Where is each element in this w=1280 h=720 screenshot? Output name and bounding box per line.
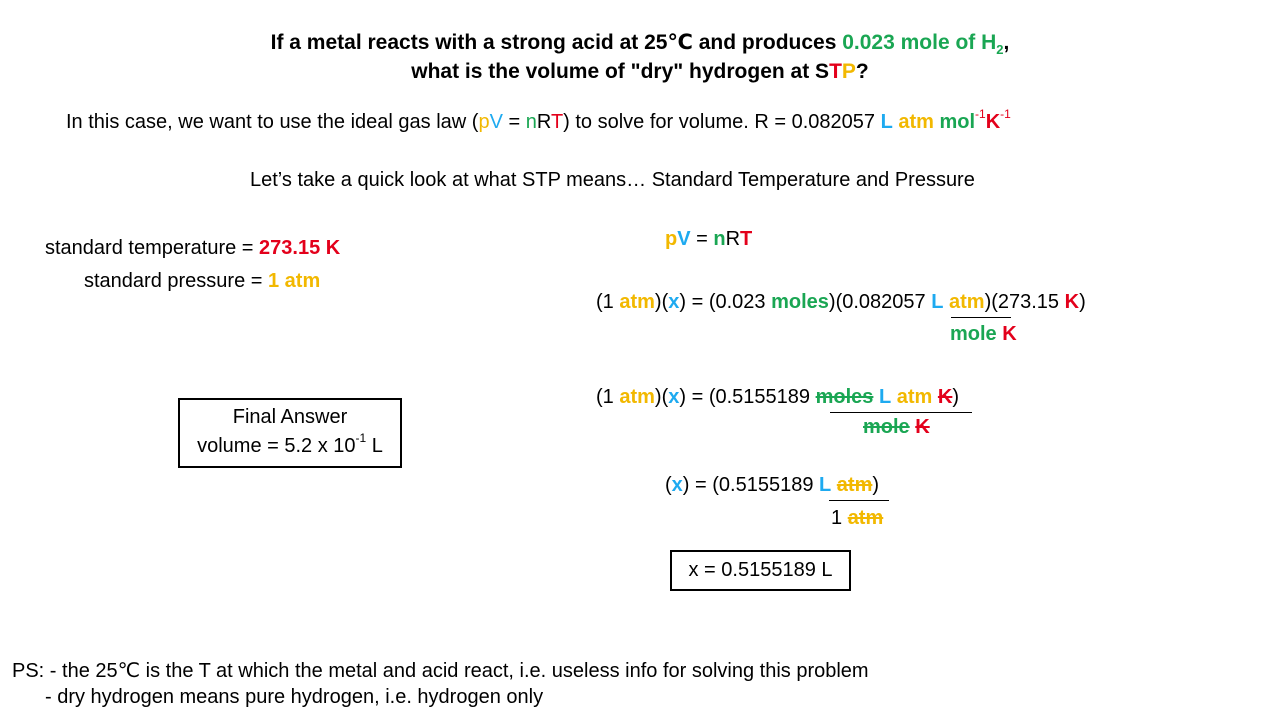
value: 273.15 K [259,237,341,259]
label: standard pressure = [84,270,268,292]
text: 1 [831,507,848,529]
stp-p: P [841,60,856,83]
var-t: T [740,228,753,250]
unit-l: L [880,111,893,133]
ps-note-1: PS: - the 25℃ is the T at which the meta… [12,660,869,682]
equals: = [690,228,714,250]
title-question-mark: ? [855,60,869,83]
text: )(273.15 [984,291,1065,313]
moles-h2: 0.023 mole of H [842,31,997,54]
text: ) [952,386,960,408]
fraction-bar [951,317,1011,318]
unit: L [366,435,383,457]
intro-text: In this case, we want to use the ideal g… [66,111,479,133]
unit-l: L [878,386,892,408]
text: (1 [596,291,620,313]
title-comma: , [1003,31,1010,54]
unit-l: L [931,291,944,313]
unit-mole: mole [950,323,997,345]
text: ) = (0.5155189 [679,386,816,408]
exponent: -1 [1000,107,1011,122]
text: ) = (0.023 [679,291,772,313]
fraction-bar [829,500,889,501]
question-title-line-2: what is the volume of "dry" hydrogen at … [0,60,1280,84]
var-t: T [550,111,564,133]
title-text: If a metal reacts with a strong acid at … [270,31,668,54]
stp-t: T [829,60,842,83]
unit-mol: mol [939,111,976,133]
var-v: V [677,228,691,250]
question-title-line-1: If a metal reacts with a strong acid at … [0,30,1280,58]
unit-k: K [985,111,1001,133]
exponent: -1 [355,431,367,446]
unit-k: K [1064,291,1080,313]
var-x: x [668,386,680,408]
text: )(0.082057 [828,291,932,313]
unit-atm: atm [619,291,655,313]
unit-k-cancelled: K [915,416,930,438]
subscript-2: 2 [996,42,1004,58]
value: 1 atm [268,270,321,292]
var-r: R [725,228,741,250]
fraction-bar [830,412,972,413]
unit-mole-cancelled: mole [863,416,910,438]
equation-solve-x: (x) = (0.5155189 L atm) [665,474,879,497]
unit-atm: atm [619,386,655,408]
var-x: x [668,291,680,313]
equation-solve-x-denominator: 1 atm [831,507,883,530]
var-x: x [671,474,683,496]
text: ) = (0.5155189 [682,474,820,496]
text: ) [872,474,880,496]
var-v: V [489,111,503,133]
equation-ideal-gas: pV = nRT [665,228,752,251]
unit-atm: atm [898,111,934,133]
unit-atm-cancelled: atm [847,507,884,529]
unit-moles-cancelled: moles [815,386,874,408]
title-text: and produces [692,31,843,54]
var-n: n [713,228,726,250]
equation-multiplied-denominator: mole K [863,416,930,439]
var-r: R [536,111,551,133]
text: volume = 5.2 x 10 [197,435,356,457]
stp-explanation: Let’s take a quick look at what STP mean… [250,169,975,191]
unit-atm: atm [948,291,985,313]
text: )( [654,386,669,408]
answer-value: x = 0.5155189 L [688,559,833,581]
equation-multiplied: (1 atm)(x) = (0.5155189 moles L atm K) [596,386,959,409]
equals: = [502,111,526,133]
equation-substitution: (1 atm)(x) = (0.023 moles)(0.082057 L at… [596,291,1086,314]
equation-substitution-denominator: mole K [950,323,1017,346]
degree-celsius: ℃ [667,31,693,54]
text: ) [1079,291,1086,313]
unit-l: L [819,474,832,496]
unit-k: K [1002,323,1017,345]
label: standard temperature = [45,237,260,259]
standard-pressure: standard pressure = 1 atm [84,270,320,293]
final-answer-value: volume = 5.2 x 10-1 L [178,432,402,458]
text: ( [665,474,672,496]
ideal-gas-law-intro: In this case, we want to use the ideal g… [66,108,1011,134]
intro-text: ) to solve for volume. R = 0.082057 [563,111,881,133]
unit-atm-cancelled: atm [836,474,873,496]
unit-k-cancelled: K [937,386,953,408]
text: )( [654,291,669,313]
unit-moles: moles [771,291,829,313]
exponent: -1 [975,107,986,122]
ps-note-2: - dry hydrogen means pure hydrogen, i.e.… [45,686,544,708]
unit-atm: atm [896,386,933,408]
standard-temperature: standard temperature = 273.15 K [45,237,340,260]
final-answer-heading: Final Answer [232,406,348,428]
var-n: n [525,111,537,133]
text: (1 [596,386,620,408]
var-p: p [665,228,678,250]
var-p: p [478,111,490,133]
title-text: what is the volume of "dry" hydrogen at … [411,60,830,83]
